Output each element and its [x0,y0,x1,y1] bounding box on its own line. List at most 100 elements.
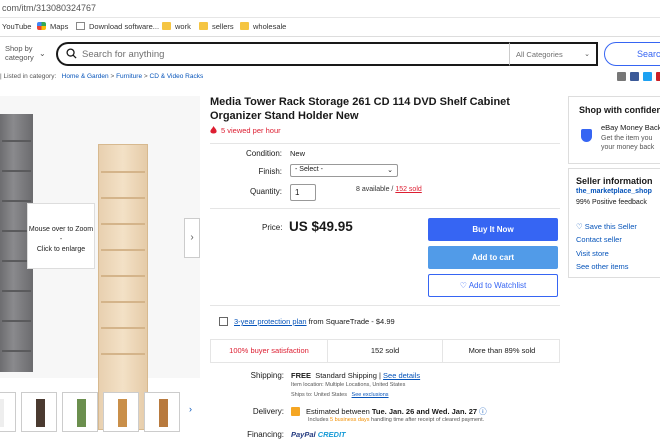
add-to-cart-button[interactable]: Add to cart [428,246,558,269]
zoom-hint-separator: - [59,236,63,243]
ships-to: Ships to: United States See exclusions [291,392,389,398]
divider [210,305,560,306]
delivery-prefix: Estimated between [306,407,370,416]
shipping-details-link[interactable]: See details [383,371,420,380]
see-exclusions-link[interactable]: See exclusions [352,392,389,398]
paypal-credit-logo[interactable]: PayPal CREDIT [291,430,346,439]
flame-icon [210,126,217,134]
search-placeholder: Search for anything [82,49,165,60]
more-thumbnails-button[interactable]: › [189,404,192,414]
bookmark-download[interactable]: Download software... [76,22,159,31]
guarantee-text: Get the item you your money back [601,134,654,152]
product-image-maple-rack [98,144,148,430]
viewed-text: 5 viewed per hour [221,126,281,135]
bookmarks-bar: YouTube Maps Download software... work s… [0,18,660,37]
finish-label: Finish: [258,167,282,176]
price-label: Price: [262,223,283,232]
item-title: Media Tower Rack Storage 261 CD 114 DVD … [210,96,510,122]
shipping-free: FREE [291,371,312,380]
image-gallery[interactable]: Mouse over to Zoom - Click to enlarge [0,96,200,430]
bookmark-sellers[interactable]: sellers [199,22,234,31]
quantity-input[interactable]: 1 [290,184,316,201]
delivery-dates: Tue. Jan. 26 and Wed. Jan. 27 [371,407,478,416]
category-select-value: All Categories [516,50,563,59]
bookmark-wholesale[interactable]: wholesale [240,22,286,31]
document-icon [76,22,85,30]
breadcrumb-prefix: | Listed in category: [0,73,57,80]
thumbnail[interactable] [103,392,139,432]
condition-value: New [290,149,306,158]
zoom-hint: Mouse over to Zoom - Click to enlarge [27,203,95,269]
delivery-note: Includes 5 business days handling time a… [308,417,484,423]
twitter-share-icon[interactable] [643,72,652,81]
shipping-method: Standard Shipping | [315,371,381,380]
save-seller-link[interactable]: ♡ Save this Seller [576,222,637,231]
breadcrumb-separator: > [143,73,148,80]
finish-select[interactable]: - Select - ⌄ [290,164,398,177]
shop-by-category-button[interactable]: Shop by category ⌄ [5,44,46,62]
info-icon[interactable]: ⓘ [479,407,487,416]
shipping-value: FREE Standard Shipping | See details [291,371,420,380]
protection-plan: 3-year protection plan from SquareTrade … [219,317,395,326]
bookmark-label: wholesale [253,22,287,31]
breadcrumb-furniture[interactable]: Furniture [116,73,142,80]
thumbnail-strip: › [0,392,200,432]
paypal-credit-text: CREDIT [317,430,346,439]
bookmark-label: Maps [50,22,69,31]
other-items-link[interactable]: See other items [576,262,629,271]
contact-seller-link[interactable]: Contact seller [576,235,622,244]
paypal-logo-text: PayPal [291,430,316,439]
bookmark-youtube[interactable]: YouTube [2,22,31,31]
guarantee-title: eBay Money Back [601,123,660,132]
available-count: 8 available / [356,186,394,193]
confidence-title: Shop with confidence [579,105,660,115]
protection-plan-text: from SquareTrade - $4.99 [308,317,395,326]
sold-link[interactable]: 152 sold [395,186,421,193]
bookmark-work[interactable]: work [162,22,191,31]
finish-select-value: - Select - [295,166,324,173]
guarantee-line: Get the item you [601,135,653,142]
chevron-down-icon: ⌄ [387,167,393,174]
divider [210,208,560,209]
viewed-badge: 5 viewed per hour [210,126,281,135]
price-value: US $49.95 [289,219,353,234]
divider [210,143,560,144]
guarantee-line: your money back [601,144,655,151]
thumbnail[interactable] [21,392,57,432]
breadcrumb-cd-video-racks[interactable]: CD & Video Racks [150,73,204,80]
delivery-note-text: Includes [308,417,329,423]
stats-bar: 100% buyer satisfaction 152 sold More th… [210,339,560,363]
visit-store-link[interactable]: Visit store [576,249,609,258]
thumbnail[interactable] [62,392,98,432]
address-bar[interactable]: com/itm/313080324767 [0,0,660,18]
search-row: Shop by category ⌄ Search for anything A… [0,38,660,70]
availability: 8 available / 152 sold [356,186,422,193]
item-location: Item location: Multiple Locations, Unite… [291,382,406,388]
bookmark-maps[interactable]: Maps [37,22,68,31]
thumbnail[interactable] [144,392,180,432]
protection-plan-link[interactable]: 3-year protection plan [234,317,307,326]
delivery-label: Delivery: [252,407,284,416]
pinterest-share-icon[interactable] [656,72,660,81]
maps-icon [37,22,46,30]
thumbnail[interactable] [0,392,16,432]
add-to-watchlist-button[interactable]: ♡ Add to Watchlist [428,274,558,297]
bookmark-label: sellers [212,22,234,31]
chevron-down-icon: ⌄ [584,51,590,58]
breadcrumb-home-garden[interactable]: Home & Garden [62,73,109,80]
sold-count: 152 sold [327,340,443,362]
search-button[interactable]: Search [604,42,660,66]
sold-percentage: More than 89% sold [468,346,536,355]
ships-to-text: Ships to: United States [291,392,347,398]
facebook-share-icon[interactable] [630,72,639,81]
buy-it-now-button[interactable]: Buy It Now [428,218,558,241]
seller-name-link[interactable]: the_marketplace_shop [576,188,652,195]
protection-plan-checkbox[interactable] [219,317,228,326]
category-select[interactable]: All Categories ⌄ [510,42,598,66]
email-share-icon[interactable] [617,72,626,81]
next-image-button[interactable]: › [184,218,200,258]
search-input[interactable]: Search for anything [56,42,510,66]
zoom-hint-text: Click to enlarge [36,246,86,253]
delivery-note-text: handling time after receipt of cleared p… [371,417,485,423]
bookmark-label: Download software... [89,22,160,31]
